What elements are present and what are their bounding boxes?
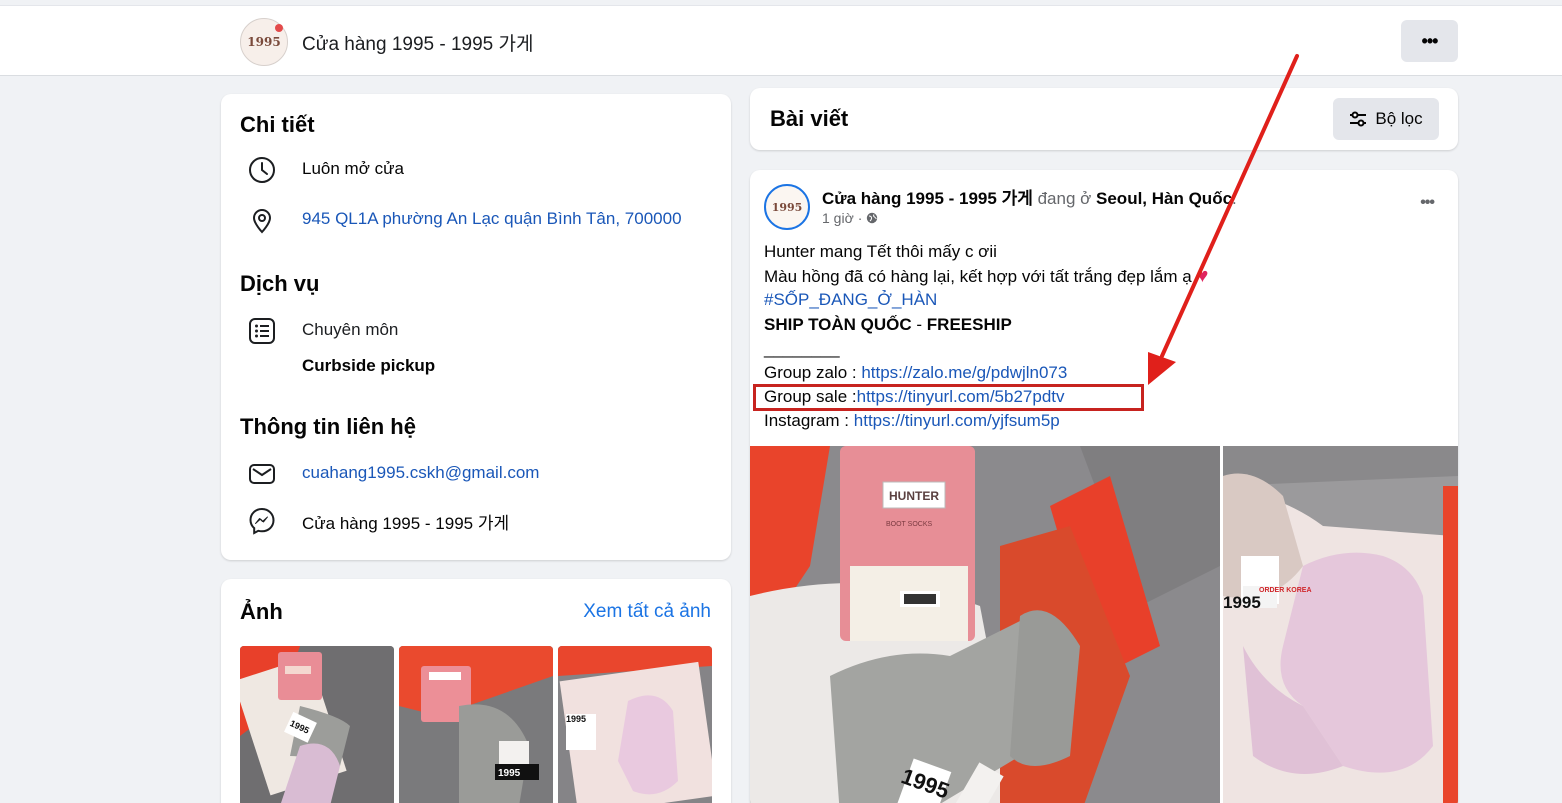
post-author-avatar[interactable]: 1995	[764, 184, 810, 230]
services-title: Dịch vụ	[240, 271, 320, 296]
opening-hours: Luôn mở cửa	[302, 159, 404, 178]
instagram-line: Instagram : https://tinyurl.com/yjfsum5p	[764, 409, 1208, 433]
instagram-link[interactable]: https://tinyurl.com/yjfsum5p	[854, 411, 1060, 430]
post-header-line: Cửa hàng 1995 - 1995 가게 đang ở Seoul, Hà…	[822, 189, 1237, 208]
posts-header: Bài viết Bộ lọc	[750, 88, 1458, 150]
post-shipping-line: SHIP TOÀN QUỐC - FREESHIP	[764, 313, 1208, 337]
post-author-name[interactable]: Cửa hàng 1995 - 1995 가게	[822, 189, 1033, 208]
post-divider: ________	[764, 338, 840, 358]
hashtag-link[interactable]: #SỐP_ĐANG_Ở_HÀN	[764, 288, 1208, 312]
details-card: Chi tiết Luôn mở cửa 945 QL1A phường An …	[221, 94, 731, 560]
post-more-options-button[interactable]: •••	[1420, 194, 1435, 212]
box-brand-text: HUNTER	[889, 489, 939, 503]
post-timestamp: 1 giờ ·	[822, 210, 878, 226]
address-link[interactable]: 945 QL1A phường An Lạc quận Bình Tân, 70…	[302, 209, 682, 229]
sticker-order-text: ORDER KOREA	[1259, 587, 1312, 594]
filter-button[interactable]: Bộ lọc	[1333, 98, 1439, 140]
post-photo-main[interactable]: HUNTER BOOT SOCKS 1995	[750, 446, 1220, 803]
clock-icon	[247, 155, 277, 185]
box-sub-text: BOOT SOCKS	[886, 521, 932, 528]
photos-card: Ảnh Xem tất cả ảnh 1995 1995 1995	[221, 579, 731, 803]
see-all-photos-link[interactable]: Xem tất cả ảnh	[583, 601, 711, 623]
list-icon	[247, 316, 277, 346]
contact-title: Thông tin liên hệ	[240, 414, 416, 439]
email-link[interactable]: cuahang1995.cskh@gmail.com	[302, 463, 539, 483]
globe-icon	[867, 212, 878, 224]
instagram-label: Instagram :	[764, 411, 854, 431]
filter-sliders-icon	[1350, 111, 1367, 127]
avatar-logo-text: 1995	[771, 200, 803, 214]
ship-text-a: SHIP TOÀN QUỐC	[764, 314, 912, 334]
page-header-bar: 1995 Cửa hàng 1995 - 1995 가게 •••	[0, 5, 1562, 76]
heart-emoji-icon: ♥	[1196, 265, 1209, 288]
photo-thumbnail[interactable]: 1995	[399, 646, 553, 803]
zalo-line: Group zalo : https://zalo.me/g/pdwjln073	[764, 361, 1208, 385]
post-photo-side[interactable]: 1995 ORDER KOREA	[1223, 446, 1458, 803]
zalo-group-link[interactable]: https://zalo.me/g/pdwjln073	[861, 363, 1067, 382]
post-location[interactable]: Seoul, Hàn Quốc	[1096, 189, 1232, 208]
avatar-logo-text: 1995	[247, 35, 281, 49]
post-time-text[interactable]: 1 giờ	[822, 210, 854, 226]
sticker-text: 1995	[1223, 593, 1261, 612]
sticker-text: 1995	[566, 714, 586, 724]
ship-separator: -	[911, 314, 927, 334]
more-options-button[interactable]: •••	[1401, 20, 1458, 62]
page-title[interactable]: Cửa hàng 1995 - 1995 가게	[302, 29, 534, 56]
messenger-icon	[247, 506, 277, 536]
messenger-link[interactable]: Cửa hàng 1995 - 1995 가게	[302, 509, 509, 534]
checkin-word: đang ở	[1037, 189, 1092, 208]
specialty-label: Chuyên môn	[302, 320, 399, 339]
posts-title: Bài viết	[770, 106, 849, 131]
zalo-label: Group zalo :	[764, 362, 862, 382]
post-line: Hunter mang Tết thôi mấy c ơii	[764, 242, 997, 261]
post-line-with-emoji: Màu hồng đã có hàng lại, kết hợp với tất…	[764, 264, 1208, 288]
heart-icon	[275, 24, 283, 32]
details-title: Chi tiết	[240, 112, 315, 137]
location-pin-icon	[247, 205, 277, 235]
post-card: 1995 Cửa hàng 1995 - 1995 가게 đang ở Seou…	[750, 170, 1458, 803]
sticker-text: 1995	[498, 768, 521, 779]
highlight-box	[753, 384, 1144, 411]
photo-thumbnail[interactable]: 1995	[240, 646, 394, 803]
photo-thumbnail[interactable]: 1995	[558, 646, 712, 803]
specialty-value: Curbside pickup	[302, 356, 436, 375]
post-line-text: Màu hồng đã có hàng lại, kết hợp với tất…	[764, 267, 1192, 287]
page-avatar[interactable]: 1995	[240, 18, 288, 66]
photos-title: Ảnh	[240, 599, 283, 624]
ship-text-b: FREESHIP	[926, 314, 1012, 334]
filter-label: Bộ lọc	[1375, 109, 1423, 128]
mail-icon	[247, 459, 277, 489]
